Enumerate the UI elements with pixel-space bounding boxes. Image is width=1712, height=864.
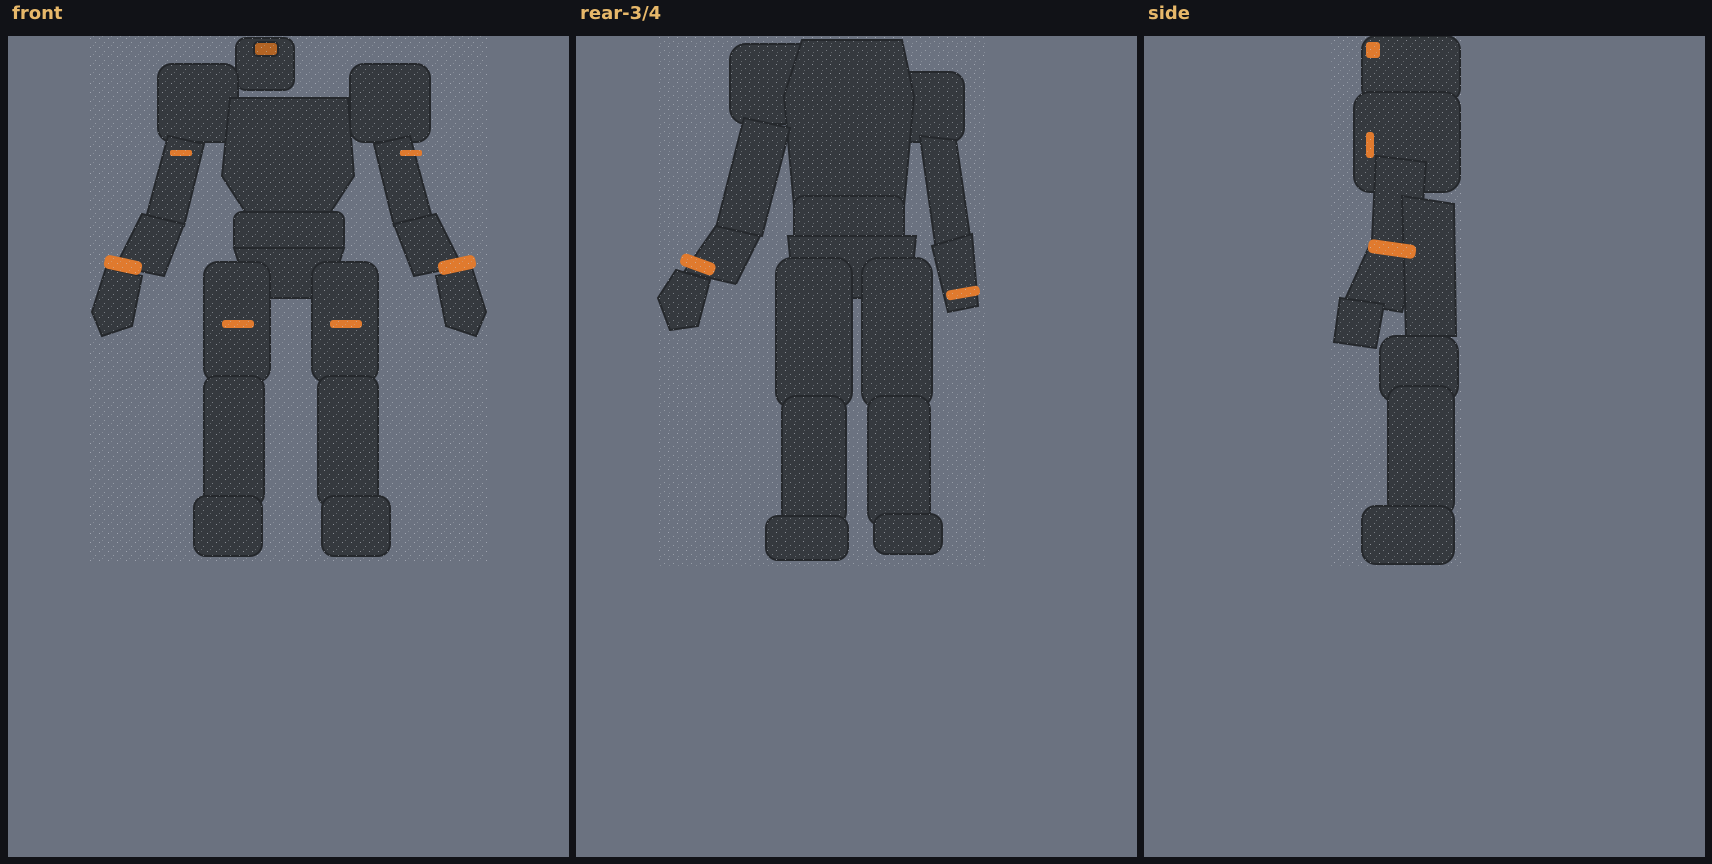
panel-label: front — [12, 3, 63, 24]
panel-label: rear-3/4 — [580, 3, 662, 24]
viewport-front[interactable] — [8, 36, 569, 857]
robot-rear-render — [656, 36, 986, 566]
viewport-rear-three-quarter[interactable] — [576, 36, 1137, 857]
viewport-side[interactable] — [1144, 36, 1705, 857]
robot-front-render — [88, 36, 488, 561]
robot-side-render — [1330, 36, 1464, 566]
panel-rear-three-quarter: rear-3/4 — [576, 0, 1137, 857]
panel-front: front — [8, 0, 569, 857]
panel-side: side — [1144, 0, 1705, 857]
panel-label: side — [1148, 3, 1190, 24]
